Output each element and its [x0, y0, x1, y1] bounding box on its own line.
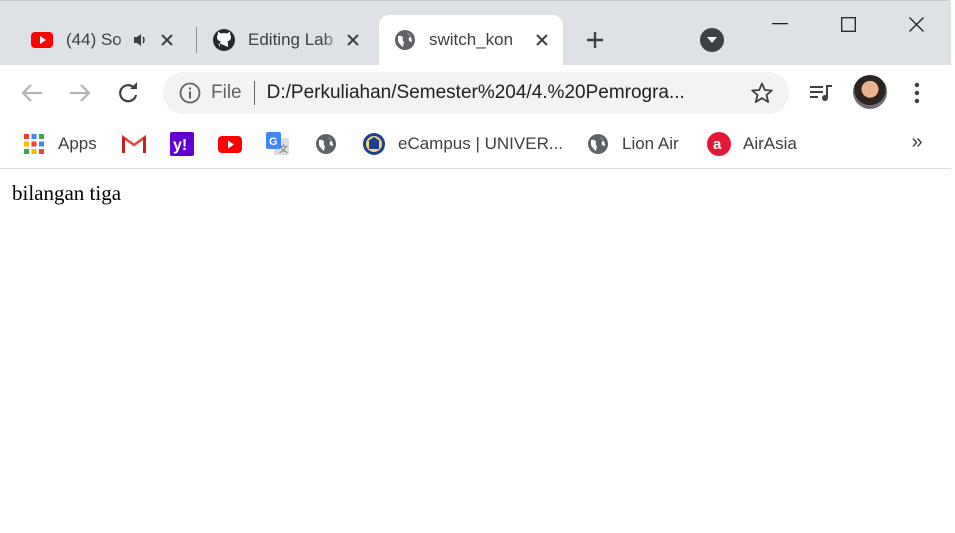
page-content: bilangan tiga — [0, 169, 951, 533]
globe-icon — [393, 28, 417, 52]
svg-text:y!: y! — [173, 137, 187, 154]
tab-title: (44) So — [66, 30, 122, 49]
reload-icon — [119, 82, 138, 103]
gmail-icon — [122, 132, 146, 156]
browser-window: (44) So Editing Lab switch_kon File D:/P… — [0, 0, 951, 533]
github-icon — [212, 28, 236, 52]
tab-separator — [196, 27, 197, 53]
bookmarks-bar: Apps y! G文 eCampus | UNIVER... Lion Air … — [0, 121, 951, 169]
tab-close-icon[interactable] — [531, 29, 553, 51]
forward-button[interactable] — [62, 75, 98, 111]
omnibox-divider — [253, 81, 255, 105]
media-controls-button[interactable] — [803, 75, 839, 111]
globe-icon — [314, 132, 338, 156]
tab-github[interactable]: Editing Lab — [198, 15, 374, 65]
tab-active[interactable]: switch_kon — [379, 15, 563, 65]
bookmark-apps[interactable]: Apps — [22, 127, 97, 161]
svg-text:a: a — [713, 136, 722, 153]
svg-text:文: 文 — [279, 143, 288, 154]
tab-close-icon[interactable] — [342, 29, 364, 51]
apps-grid-icon — [22, 132, 46, 156]
address-bar[interactable]: File D:/Perkuliahan/Semester%204/4.%20Pe… — [163, 72, 789, 114]
bookmarks-overflow-button[interactable]: » — [905, 125, 929, 159]
bookmark-label: AirAsia — [743, 134, 797, 153]
chevron-down-icon — [707, 37, 717, 43]
playlist-music-icon — [810, 85, 832, 101]
tab-strip: (44) So Editing Lab switch_kon — [0, 1, 951, 65]
bookmark-airasia[interactable]: a AirAsia — [707, 127, 797, 161]
arrow-left-icon — [21, 84, 42, 102]
toolbar: File D:/Perkuliahan/Semester%204/4.%20Pe… — [0, 65, 951, 121]
maximize-button[interactable] — [824, 1, 872, 47]
bookmark-label: eCampus | UNIVER... — [398, 134, 564, 153]
youtube-icon — [218, 132, 242, 156]
yahoo-icon: y! — [170, 132, 194, 156]
info-icon[interactable] — [177, 80, 203, 106]
tab-youtube[interactable]: (44) So — [16, 15, 188, 65]
bookmark-label: Apps — [58, 134, 97, 153]
globe-icon — [586, 132, 610, 156]
speaker-icon[interactable] — [130, 29, 152, 51]
youtube-icon — [30, 28, 54, 52]
scheme-label: File — [211, 82, 242, 103]
menu-button[interactable] — [899, 75, 935, 111]
close-window-button[interactable] — [892, 1, 940, 47]
svg-text:G: G — [269, 136, 278, 148]
airasia-icon: a — [707, 132, 731, 156]
tab-close-icon[interactable] — [156, 29, 178, 51]
bookmark-gmail[interactable] — [122, 127, 158, 161]
bookmark-star-icon[interactable] — [749, 80, 775, 106]
bookmark-ecampus[interactable]: eCampus | UNIVER... — [362, 127, 563, 161]
url-text[interactable]: D:/Perkuliahan/Semester%204/4.%20Pemrogr… — [267, 82, 719, 104]
close-icon — [908, 16, 924, 32]
page-text: bilangan tiga — [12, 181, 122, 205]
reload-button[interactable] — [110, 75, 146, 111]
tab-search-button[interactable] — [700, 28, 724, 52]
university-seal-icon — [362, 132, 386, 156]
bookmark-lion-air[interactable]: Lion Air — [586, 127, 679, 161]
minimize-icon — [772, 23, 788, 25]
arrow-right-icon — [70, 84, 91, 102]
bookmark-globe[interactable] — [314, 127, 350, 161]
tab-title: Editing Lab — [248, 30, 334, 49]
bookmark-google-translate[interactable]: G文 — [266, 127, 302, 161]
bookmark-label: Lion Air — [622, 134, 679, 153]
tab-title: switch_kon — [429, 30, 514, 49]
maximize-icon — [840, 16, 856, 32]
minimize-button[interactable] — [756, 1, 804, 47]
new-tab-button[interactable] — [580, 25, 610, 55]
bookmark-yahoo[interactable]: y! — [170, 127, 206, 161]
kebab-menu-icon — [914, 82, 920, 104]
google-translate-icon: G文 — [266, 132, 290, 156]
back-button[interactable] — [14, 75, 50, 111]
bookmark-youtube[interactable] — [218, 127, 254, 161]
profile-avatar[interactable] — [853, 75, 887, 109]
